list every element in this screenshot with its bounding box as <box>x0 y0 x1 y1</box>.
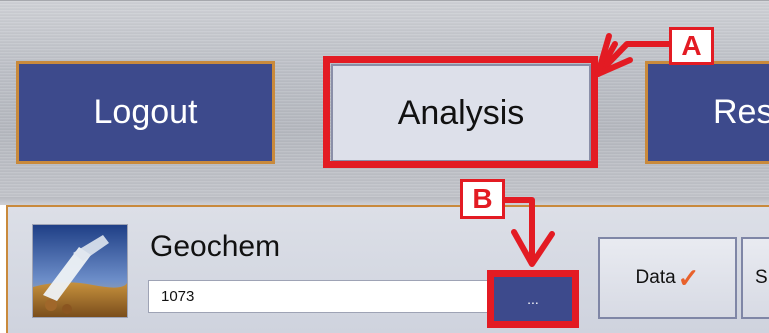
next-tab-label: S <box>755 267 768 288</box>
next-tab-button[interactable]: S <box>741 237 769 319</box>
divider <box>0 197 769 205</box>
callout-a: A <box>669 27 714 65</box>
project-id-field[interactable]: 1073 <box>148 280 490 313</box>
callout-b: B <box>460 179 505 219</box>
analysis-button[interactable]: Analysis <box>331 64 591 162</box>
browse-button[interactable]: ... <box>494 277 572 321</box>
data-tab-label: Data <box>635 267 676 288</box>
data-tab-button[interactable]: Data ✓ <box>598 237 737 319</box>
results-button[interactable]: Res <box>645 61 769 164</box>
project-thumbnail <box>32 224 128 318</box>
logout-button[interactable]: Logout <box>16 61 275 164</box>
app-title: Geochem <box>150 230 281 263</box>
check-icon: ✓ <box>677 262 700 293</box>
